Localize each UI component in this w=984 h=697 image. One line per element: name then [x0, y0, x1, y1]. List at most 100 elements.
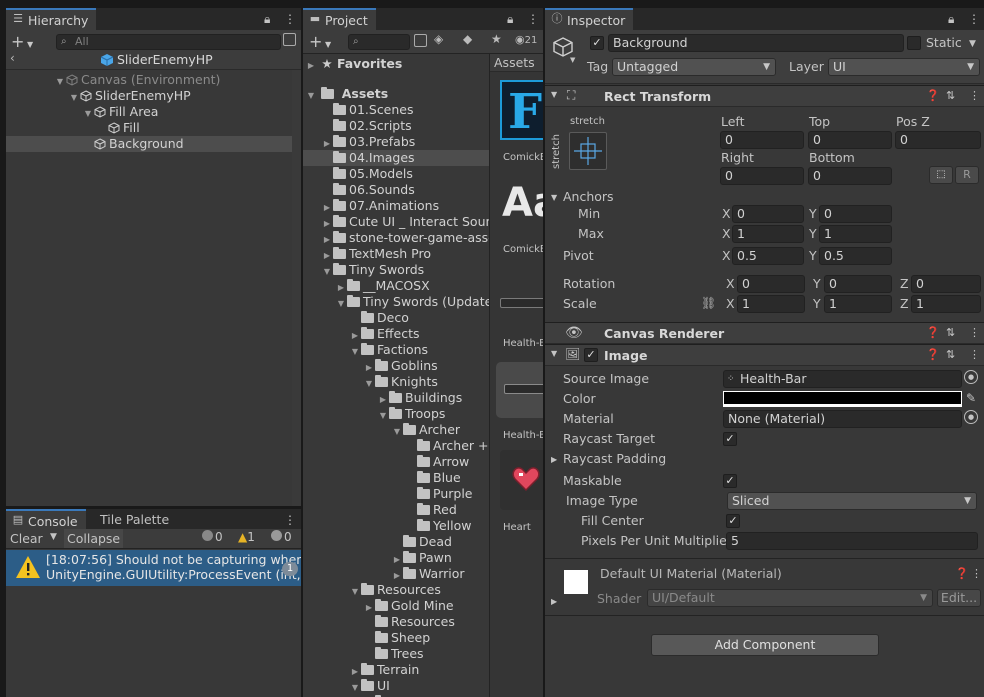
- project-folder-item[interactable]: 06.Sounds: [303, 182, 489, 198]
- color-swatch[interactable]: [723, 391, 962, 407]
- tag-icon[interactable]: ◆: [463, 32, 472, 46]
- expand-right-icon[interactable]: ▶: [305, 58, 317, 74]
- static-dropdown-chevron-icon[interactable]: ▼: [969, 39, 976, 49]
- material-field[interactable]: None (Material): [723, 410, 962, 428]
- blueprint-mode-button[interactable]: ⬚: [929, 166, 953, 184]
- image-component-header[interactable]: ▼ 🖼︎ ✓ Image ❓ ⇅ ⋮: [545, 344, 984, 366]
- project-folder-item[interactable]: 05.Models: [303, 166, 489, 182]
- favorites-header[interactable]: ▶ ★ Favorites: [303, 56, 489, 72]
- posz-field[interactable]: 0: [895, 131, 981, 149]
- font-preview-thumbnail[interactable]: Aa: [502, 180, 543, 226]
- project-folder-item[interactable]: ▶ Warrior: [303, 566, 489, 582]
- hierarchy-item[interactable]: Fill: [6, 120, 292, 136]
- collapse-down-icon[interactable]: ▼: [551, 90, 557, 99]
- heart-thumbnail[interactable]: [500, 450, 543, 510]
- rotation-z-field[interactable]: 0: [911, 275, 981, 293]
- project-folder-item[interactable]: Sheep: [303, 630, 489, 646]
- project-folder-item[interactable]: ▶ Terrain: [303, 662, 489, 678]
- project-folder-item[interactable]: 04.Images: [303, 150, 489, 166]
- edit-shader-button[interactable]: Edit...: [937, 589, 981, 607]
- project-folder-item[interactable]: Trees: [303, 646, 489, 662]
- error-count-toggle[interactable]: 0: [271, 530, 292, 544]
- project-folder-item[interactable]: ▶ stone-tower-game-asse: [303, 230, 489, 246]
- lock-icon[interactable]: 🔒︎: [948, 8, 954, 30]
- anchor-max-y-field[interactable]: 1: [819, 225, 892, 243]
- bottom-field[interactable]: 0: [808, 167, 892, 185]
- font-asset-thumbnail[interactable]: F: [500, 80, 543, 140]
- project-folder-item[interactable]: ▼ Archer: [303, 422, 489, 438]
- favorite-star-icon[interactable]: ★: [491, 32, 502, 46]
- tab-tile-palette[interactable]: Tile Palette: [92, 509, 177, 531]
- more-menu-icon[interactable]: ⋮: [284, 509, 296, 531]
- anchor-min-x-field[interactable]: 0: [732, 205, 804, 223]
- hierarchy-item[interactable]: ▼ Canvas (Environment): [6, 72, 292, 88]
- project-folder-item[interactable]: ▶ Cute UI _ Interact Sound: [303, 214, 489, 230]
- lock-icon[interactable]: 🔒︎: [264, 8, 270, 30]
- project-search-input[interactable]: ⌕: [348, 34, 410, 50]
- clear-button[interactable]: Clear: [10, 531, 43, 546]
- add-object-button[interactable]: + ▼: [11, 32, 33, 51]
- ppu-multiplier-field[interactable]: 5: [726, 532, 978, 550]
- hierarchy-scrollbar[interactable]: [292, 70, 301, 506]
- project-folder-item[interactable]: ▼ UI: [303, 678, 489, 694]
- collapse-down-icon[interactable]: ▼: [551, 349, 557, 358]
- icon-dropdown-chevron-icon[interactable]: ▼: [570, 56, 575, 64]
- more-menu-icon[interactable]: ⋮: [527, 8, 539, 30]
- project-folder-item[interactable]: ▼ Knights: [303, 374, 489, 390]
- preset-sliders-icon[interactable]: ⇅: [946, 348, 955, 361]
- create-asset-button[interactable]: + ▼: [309, 32, 331, 51]
- hierarchy-search-input[interactable]: ⌕ All: [56, 34, 281, 50]
- scale-y-field[interactable]: 1: [824, 295, 892, 313]
- project-folder-item[interactable]: Dead: [303, 534, 489, 550]
- help-icon[interactable]: ❓: [955, 567, 969, 580]
- project-folder-item[interactable]: Arrow: [303, 454, 489, 470]
- project-folder-item[interactable]: Red: [303, 502, 489, 518]
- tab-inspector[interactable]: ⓘ Inspector: [545, 8, 634, 30]
- preset-sliders-icon[interactable]: ⇅: [946, 326, 955, 339]
- project-folder-item[interactable]: ▼ Factions: [303, 342, 489, 358]
- project-folder-item[interactable]: ▶ Gold Mine: [303, 598, 489, 614]
- fill-center-checkbox[interactable]: ✓: [726, 514, 740, 528]
- rect-transform-header[interactable]: ▼ ⛶ Rect Transform ❓ ⇅ ⋮: [545, 85, 984, 107]
- image-enabled-checkbox[interactable]: ✓: [584, 348, 598, 362]
- component-menu-icon[interactable]: ⋮: [971, 567, 982, 580]
- shader-dropdown[interactable]: UI/Default ▼: [647, 589, 933, 607]
- tab-console[interactable]: ▤ Console: [6, 509, 86, 531]
- hierarchy-item[interactable]: Background: [6, 136, 292, 152]
- project-folder-item[interactable]: ▶ __MACOSX: [303, 278, 489, 294]
- project-folder-item[interactable]: ▼ Troops: [303, 406, 489, 422]
- health-bar-selected-thumbnail[interactable]: [496, 362, 543, 418]
- breadcrumb-assets[interactable]: Assets: [494, 55, 535, 70]
- canvas-renderer-header[interactable]: 👁︎ Canvas Renderer ❓ ⇅ ⋮: [545, 322, 984, 344]
- project-folder-item[interactable]: ▼ Tiny Swords: [303, 262, 489, 278]
- expand-right-icon[interactable]: ▶: [551, 597, 557, 606]
- search-by-type-icon[interactable]: [414, 34, 427, 47]
- component-menu-icon[interactable]: ⋮: [969, 326, 980, 339]
- more-menu-icon[interactable]: ⋮: [968, 8, 980, 30]
- project-folder-item[interactable]: Deco: [303, 310, 489, 326]
- anchors-collapse-down-icon[interactable]: ▼: [551, 193, 557, 202]
- source-image-field[interactable]: ⁘ Health-Bar: [723, 370, 962, 388]
- constrain-proportions-link-icon[interactable]: ⛓︎: [701, 296, 716, 310]
- tab-hierarchy[interactable]: ☰ Hierarchy: [6, 8, 97, 30]
- project-folder-item[interactable]: ▶ TextMesh Pro: [303, 246, 489, 262]
- object-picker-icon[interactable]: ●: [964, 370, 978, 384]
- tag-dropdown[interactable]: Untagged ▼: [612, 58, 776, 76]
- project-folder-item[interactable]: Resources: [303, 614, 489, 630]
- project-folder-item[interactable]: Yellow: [303, 518, 489, 534]
- project-folder-item[interactable]: ▶ Goblins: [303, 358, 489, 374]
- top-field[interactable]: 0: [808, 131, 892, 149]
- health-bar-thumbnail[interactable]: [500, 298, 543, 308]
- scale-z-field[interactable]: 1: [911, 295, 981, 313]
- gameobject-cube-icon[interactable]: [552, 36, 574, 58]
- filter-by-label-icon[interactable]: ◈: [434, 32, 443, 46]
- anchor-max-x-field[interactable]: 1: [732, 225, 804, 243]
- back-arrow-icon[interactable]: ‹: [10, 51, 15, 65]
- help-icon[interactable]: ❓: [926, 89, 940, 102]
- object-picker-icon[interactable]: ●: [964, 410, 978, 424]
- preset-sliders-icon[interactable]: ⇅: [946, 89, 955, 102]
- lock-icon[interactable]: 🔒︎: [507, 8, 513, 30]
- project-folder-item[interactable]: ▶ 03.Prefabs: [303, 134, 489, 150]
- visibility-icon[interactable]: ◉21: [515, 33, 537, 46]
- warning-count-toggle[interactable]: ▲1: [238, 530, 255, 544]
